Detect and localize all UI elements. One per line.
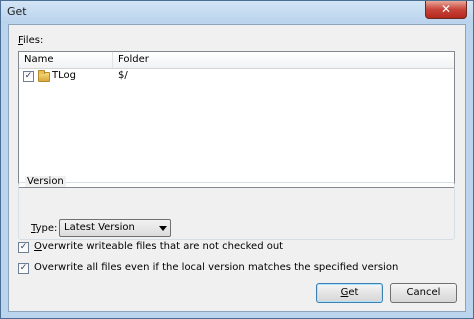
type-label: Type: xyxy=(31,223,58,234)
chevron-down-icon xyxy=(159,226,167,231)
folder-icon xyxy=(38,70,50,82)
version-group-title: Version xyxy=(25,176,66,187)
list-item[interactable]: ✓ TLog $/ xyxy=(19,69,454,85)
overwrite-all-checkbox[interactable]: ✓ xyxy=(18,263,29,274)
files-list-header: Name Folder xyxy=(19,52,454,69)
item-folder: $/ xyxy=(118,70,128,81)
overwrite-writeable-checkbox[interactable]: ✓ xyxy=(18,242,29,253)
row-checkbox[interactable]: ✓ xyxy=(23,71,34,82)
dialog-body: Files: Name Folder ✓ TLog $/ Version Typ… xyxy=(8,24,466,312)
cancel-button[interactable]: Cancel xyxy=(390,283,457,303)
column-header-name[interactable]: Name xyxy=(19,52,113,68)
files-list[interactable]: Name Folder ✓ TLog $/ xyxy=(18,51,455,188)
version-type-select[interactable]: Latest Version xyxy=(59,219,171,237)
title-bar[interactable]: Get ✕ xyxy=(1,1,473,23)
overwrite-all-label[interactable]: Overwrite all files even if the local ve… xyxy=(34,262,398,273)
get-dialog: Get ✕ Files: Name Folder ✓ TLog $/ Versi… xyxy=(0,0,474,319)
close-button[interactable]: ✕ xyxy=(425,1,467,19)
files-label: Files: xyxy=(18,35,44,46)
overwrite-writeable-label[interactable]: Overwrite writeable files that are not c… xyxy=(34,241,283,252)
column-header-folder[interactable]: Folder xyxy=(113,52,363,68)
version-type-value: Latest Version xyxy=(64,222,135,233)
get-button[interactable]: Get xyxy=(316,283,383,303)
item-name: TLog xyxy=(52,70,76,81)
window-title: Get xyxy=(7,5,27,18)
